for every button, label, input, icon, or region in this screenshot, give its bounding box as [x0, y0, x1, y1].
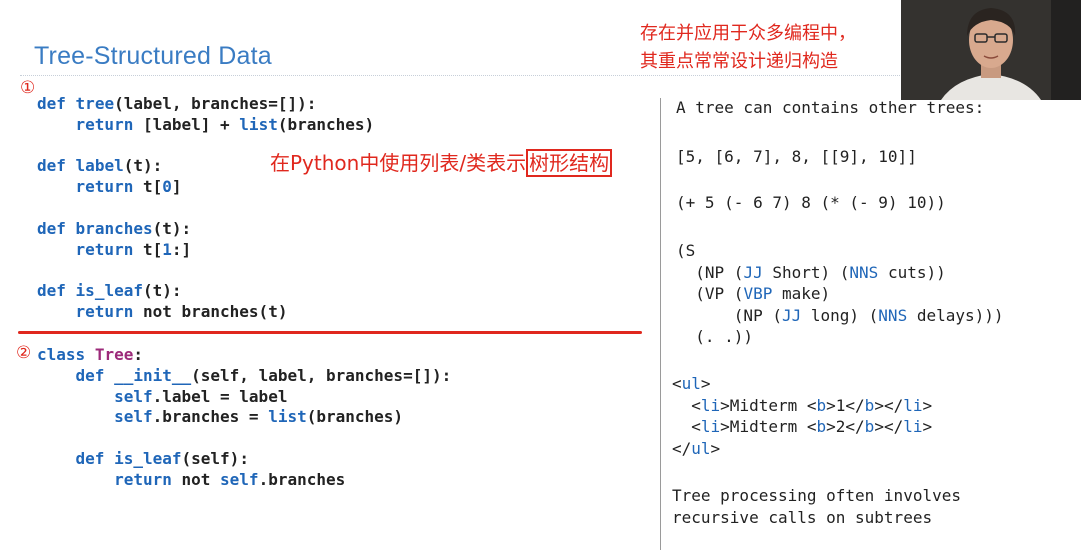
closing-note: Tree processing often involves recursive… [672, 485, 961, 528]
presenter-webcam [901, 0, 1081, 100]
scheme-example: (+ 5 (- 6 7) 8 (* (- 9) 10)) [676, 192, 946, 214]
presenter-webcam-icon [901, 0, 1081, 100]
html-example: <ul> <li>Midterm <b>1</b></li> <li>Midte… [672, 374, 933, 458]
slide-title: Tree-Structured Data [34, 42, 272, 70]
section-divider-red [18, 331, 642, 334]
parse-tree-example: (S (NP (JJ Short) (NNS cuts)) (VP (VBP m… [676, 241, 1004, 346]
right-intro: A tree can contains other trees: [676, 97, 984, 119]
intro-text: A tree can contains other trees: [676, 98, 985, 117]
top-note-line-1: 存在并应用于众多编程中， [640, 23, 856, 44]
top-note: 存在并应用于众多编程中， 其重点常常设计递归构造 [640, 20, 856, 76]
inline-annotation: 在Python中使用列表/类表示 树形结构 [270, 147, 613, 177]
list-example: [5, [6, 7], 8, [[9], 10]] [676, 146, 917, 168]
marker-one: ① [20, 78, 36, 98]
annotation-prefix: 在Python中使用列表/类表示 [270, 151, 527, 175]
scheme-example-text: (+ 5 (- 6 7) 8 (* (- 9) 10)) [676, 193, 946, 212]
closing-line-1: Tree processing often involves [672, 486, 961, 505]
top-note-line-2: 其重点常常设计递归构造 [640, 51, 838, 72]
code-block-class: class Tree: def __init__(self, label, br… [37, 345, 452, 489]
panel-separator [660, 98, 661, 550]
closing-line-2: recursive calls on subtrees [672, 507, 933, 527]
list-example-text: [5, [6, 7], 8, [[9], 10]] [676, 147, 917, 166]
annotation-boxed-term: 树形结构 [526, 149, 613, 177]
code-block-functions: def tree(label, branches=[]): return [la… [37, 94, 375, 321]
marker-two: ② [16, 343, 32, 363]
